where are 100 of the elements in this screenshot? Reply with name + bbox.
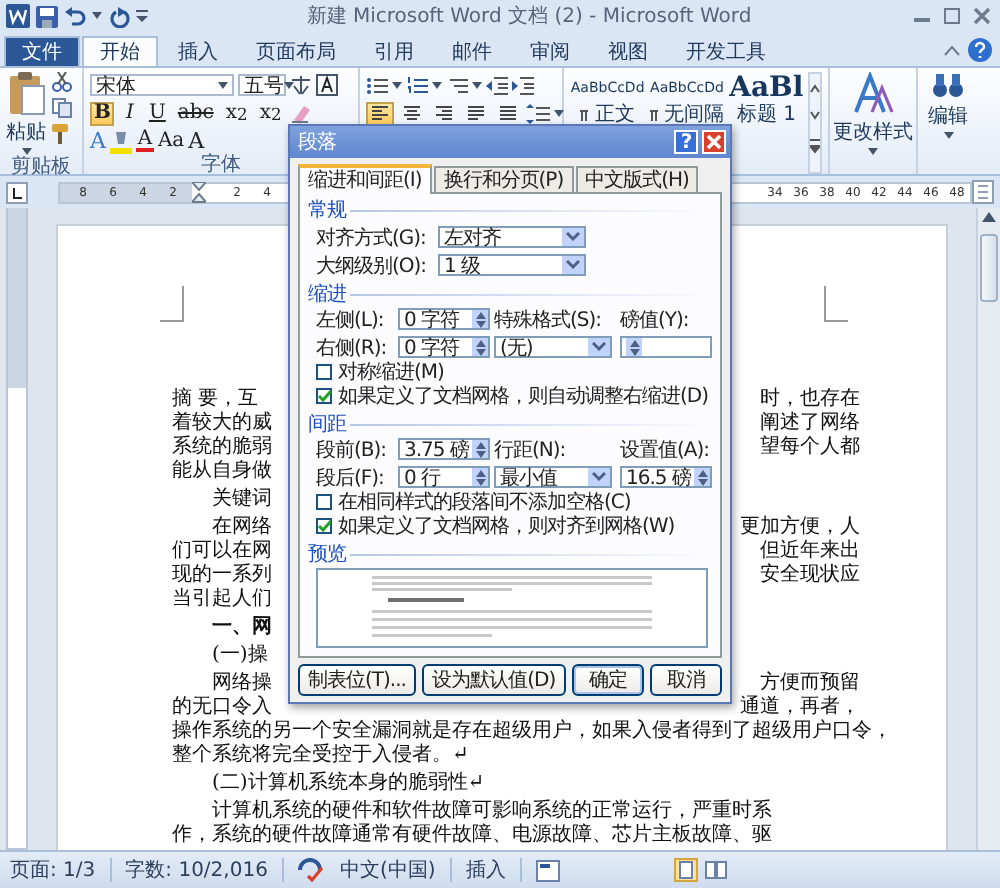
spinner-field[interactable]: 0 字符 [398, 308, 490, 330]
change-styles-icon[interactable] [851, 72, 895, 116]
dialog-tab[interactable]: 缩进和间距(I) [298, 164, 432, 194]
close-icon[interactable] [970, 6, 994, 26]
collapse-ribbon-icon[interactable] [944, 44, 960, 56]
caret-icon[interactable] [432, 81, 442, 89]
caret-icon[interactable] [868, 148, 878, 156]
clear-formatting-icon[interactable] [289, 102, 312, 124]
caret-icon[interactable] [218, 81, 228, 89]
bullet-list-icon[interactable] [366, 75, 388, 95]
dialog-button[interactable]: 设为默认值(D) [422, 664, 566, 696]
dropdown-field[interactable]: 左对齐 [438, 226, 586, 248]
grow-font-button[interactable]: A [188, 129, 205, 153]
character-border-icon[interactable] [316, 74, 338, 96]
style-name[interactable]: 正文 [594, 104, 635, 128]
dropdown-field[interactable]: 最小值 [494, 466, 612, 488]
save-icon[interactable] [36, 5, 58, 27]
redo-icon[interactable] [108, 5, 130, 27]
change-styles-label[interactable]: 更改样式 [833, 118, 913, 146]
maximize-icon[interactable] [940, 6, 964, 26]
spinner-field[interactable]: 3.75 磅 [398, 438, 490, 460]
caret-icon[interactable] [472, 81, 482, 89]
style-sample[interactable]: AaBl [729, 74, 804, 104]
caret-icon[interactable] [392, 81, 402, 89]
dialog-tab[interactable]: 中文版式(H) [575, 166, 699, 192]
spinner-field[interactable]: 0 字符 [398, 336, 490, 358]
insert-mode[interactable]: 插入 [465, 856, 506, 884]
line-spacing-icon[interactable] [526, 103, 550, 123]
caret-icon[interactable] [92, 12, 102, 20]
font-style-button[interactable]: I [118, 101, 141, 125]
ribbon-tab[interactable]: 视图 [590, 36, 666, 66]
checkbox[interactable] [316, 494, 332, 510]
language-status[interactable]: 中文(中国) [339, 856, 436, 884]
change-case-button[interactable]: Aa [157, 129, 185, 153]
font-style-button[interactable]: B [90, 101, 115, 125]
scissors-icon[interactable] [52, 72, 72, 92]
align-button[interactable] [494, 101, 522, 125]
spinner-field[interactable]: 16.5 磅 [620, 466, 712, 488]
align-button[interactable] [462, 101, 490, 125]
align-button[interactable] [430, 101, 458, 125]
font-style-button[interactable]: U [144, 101, 170, 125]
file-tab[interactable]: 文件 [4, 36, 80, 66]
caret-icon[interactable] [21, 148, 31, 156]
ribbon-tab[interactable]: 开发工具 [668, 36, 784, 66]
align-button[interactable] [366, 101, 394, 125]
multilevel-list-icon[interactable] [446, 75, 468, 95]
dropdown-field[interactable]: (无) [494, 336, 612, 358]
numbered-list-icon[interactable] [406, 75, 428, 95]
dialog-tab[interactable]: 换行和分页(P) [433, 166, 574, 192]
ribbon-tab[interactable]: 开始 [82, 36, 158, 66]
spinner-field[interactable] [620, 336, 712, 358]
proofing-icon[interactable] [297, 858, 326, 882]
word-count[interactable]: 字数: 10/2,016 [125, 856, 268, 884]
ribbon-tab[interactable]: 插入 [160, 36, 236, 66]
caret-icon[interactable] [284, 81, 294, 89]
ribbon-tab[interactable]: 审阅 [512, 36, 588, 66]
spinner-field[interactable]: 0 行 [398, 466, 490, 488]
binoculars-icon[interactable] [932, 72, 964, 100]
page-count[interactable]: 页面: 1/3 [10, 856, 96, 884]
copy-icon[interactable] [52, 98, 72, 118]
paste-icon[interactable] [6, 72, 46, 116]
caret-icon[interactable] [554, 109, 564, 117]
tab-selector-icon[interactable] [6, 181, 28, 203]
paste-label[interactable]: 粘贴 [6, 118, 46, 146]
align-button[interactable] [398, 101, 426, 125]
font-style-button[interactable]: abc [173, 101, 218, 125]
view-ruler-icon[interactable] [972, 180, 994, 204]
text-effect-button[interactable]: A [90, 129, 106, 153]
style-name[interactable]: 无间隔 [664, 104, 724, 128]
highlighter-icon[interactable] [109, 129, 132, 153]
dialog-button[interactable]: 制表位(T)... [298, 664, 416, 696]
undo-icon[interactable] [64, 5, 86, 27]
checkbox[interactable] [316, 388, 332, 404]
checkbox[interactable] [316, 364, 332, 380]
macro-record-icon[interactable] [535, 859, 560, 881]
scroll-up-icon[interactable] [982, 212, 996, 222]
dialog-button[interactable]: 确定 [571, 664, 644, 696]
customize-toolbar-icon[interactable] [136, 9, 148, 23]
close-button[interactable] [702, 130, 726, 154]
style-name[interactable]: 标题 1 [736, 104, 796, 128]
body-text: 阐述了网络 [760, 412, 860, 435]
dialog-button[interactable]: 取消 [649, 664, 722, 696]
scrollbar-thumb[interactable] [980, 234, 998, 302]
font-color-button[interactable]: A [135, 129, 154, 153]
font-name-field[interactable]: 宋体 [90, 74, 234, 96]
help-icon[interactable] [968, 38, 992, 62]
ribbon-tab[interactable]: 邮件 [434, 36, 510, 66]
print-layout-icon[interactable] [674, 858, 698, 882]
help-button[interactable]: ? [674, 130, 698, 154]
increase-indent-icon[interactable] [512, 75, 534, 95]
decrease-indent-icon[interactable] [486, 75, 508, 95]
ribbon-tab[interactable]: 页面布局 [238, 36, 354, 66]
dropdown-field[interactable]: 1 级 [438, 254, 586, 276]
editing-label[interactable]: 编辑 [928, 102, 968, 130]
checkbox[interactable] [316, 518, 332, 534]
caret-icon[interactable] [943, 132, 953, 140]
ribbon-tab[interactable]: 引用 [356, 36, 432, 66]
spinner-arrows-icon [697, 469, 707, 485]
format-painter-icon[interactable] [52, 124, 72, 144]
reading-layout-icon[interactable] [704, 858, 728, 882]
